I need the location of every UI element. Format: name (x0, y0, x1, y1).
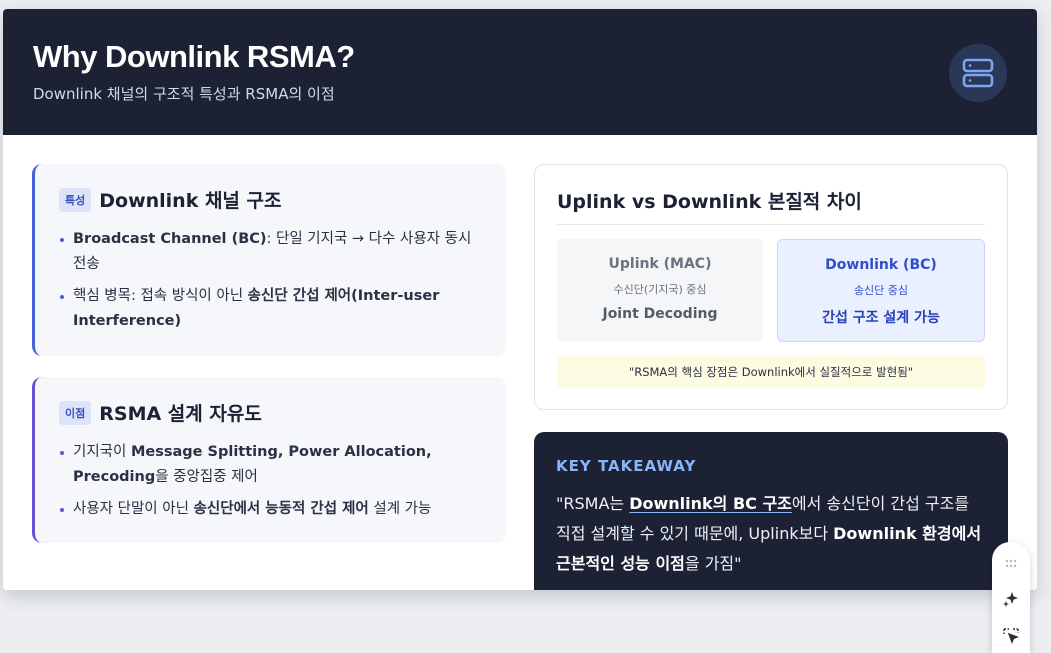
list-item: Broadcast Channel (BC): 단일 기지국 → 다수 사용자 … (59, 227, 482, 277)
downlink-structure-card: 특성 Downlink 채널 구조 Broadcast Channel (BC)… (32, 164, 506, 356)
bullet-strong: 송신단에서 능동적 간섭 제어 (193, 501, 369, 517)
comparison-row: Uplink (MAC) 수신단(기지국) 중심 Joint Decoding … (557, 239, 985, 342)
downlink-box: Downlink (BC) 송신단 중심 간섭 구조 설계 가능 (777, 239, 985, 342)
bullet-text: 설계 가능 (368, 501, 432, 517)
rsma-freedom-card: 이점 RSMA 설계 자유도 기지국이 Message Splitting, P… (32, 377, 506, 543)
bullet-text: 을 중앙집중 제어 (155, 469, 258, 485)
drag-handle-icon[interactable] (992, 554, 1030, 574)
card-title: Downlink 채널 구조 (99, 190, 282, 212)
benefit-tag: 이점 (59, 400, 92, 425)
list-item: 핵심 병목: 접속 방식이 아닌 송신단 간섭 제어(Inter-user In… (59, 284, 482, 334)
list-item: 기지국이 Message Splitting, Power Allocation… (59, 440, 482, 490)
downlink-sub: 송신단 중심 (853, 284, 909, 297)
slide: Why Downlink RSMA? Downlink 채널의 구조적 특성과 … (3, 9, 1037, 590)
downlink-body: 간섭 구조 설계 가능 (822, 310, 940, 326)
quote-strong-underline: Downlink의 BC 구조 (629, 494, 792, 513)
bullet-text: 기지국이 (73, 444, 131, 460)
select-element-icon[interactable] (992, 626, 1030, 646)
card-title: RSMA 설계 자유도 (99, 403, 262, 425)
key-takeaway-card: KEY TAKEAWAY "RSMA는 Downlink의 BC 구조에서 송신… (534, 432, 1008, 590)
comparison-card: Uplink vs Downlink 본질적 차이 Uplink (MAC) 수… (534, 164, 1008, 410)
list-item: 사용자 단말이 아닌 송신단에서 능동적 간섭 제어 설계 가능 (59, 497, 482, 522)
slide-header: Why Downlink RSMA? Downlink 채널의 구조적 특성과 … (3, 9, 1037, 135)
sparkle-icon[interactable] (992, 589, 1030, 609)
bullet-list: Broadcast Channel (BC): 단일 기지국 → 다수 사용자 … (59, 227, 482, 334)
bullet-strong: Broadcast Channel (BC) (73, 231, 267, 247)
takeaway-quote: "RSMA는 Downlink의 BC 구조에서 송신단이 간섭 구조를 직접 … (556, 489, 986, 579)
uplink-body: Joint Decoding (602, 306, 718, 322)
quote-text: "RSMA는 (556, 494, 630, 513)
page-title: Why Downlink RSMA? (33, 39, 355, 74)
takeaway-label: KEY TAKEAWAY (556, 457, 697, 475)
uplink-sub: 수신단(기지국) 중심 (613, 283, 707, 296)
bullet-text: 사용자 단말이 아닌 (73, 501, 194, 517)
card-title-row: 이점 RSMA 설계 자유도 (59, 399, 482, 426)
bullet-text: 핵심 병목: 접속 방식이 아닌 (73, 288, 248, 304)
uplink-title: Uplink (MAC) (608, 256, 712, 272)
feature-tag: 특성 (59, 187, 92, 212)
page-subtitle: Downlink 채널의 구조적 특성과 RSMA의 이점 (33, 85, 335, 103)
uplink-box: Uplink (MAC) 수신단(기지국) 중심 Joint Decoding (557, 239, 763, 342)
floating-toolbar (992, 542, 1030, 653)
comparison-quote: "RSMA의 핵심 장점은 Downlink에서 실질적으로 발현됨" (557, 356, 985, 388)
bullet-list: 기지국이 Message Splitting, Power Allocation… (59, 440, 482, 522)
downlink-title: Downlink (BC) (825, 257, 937, 273)
comparison-title: Uplink vs Downlink 본질적 차이 (557, 187, 985, 225)
quote-text: 을 가짐" (684, 554, 742, 573)
card-title-row: 특성 Downlink 채널 구조 (59, 186, 482, 213)
server-icon (949, 44, 1007, 102)
